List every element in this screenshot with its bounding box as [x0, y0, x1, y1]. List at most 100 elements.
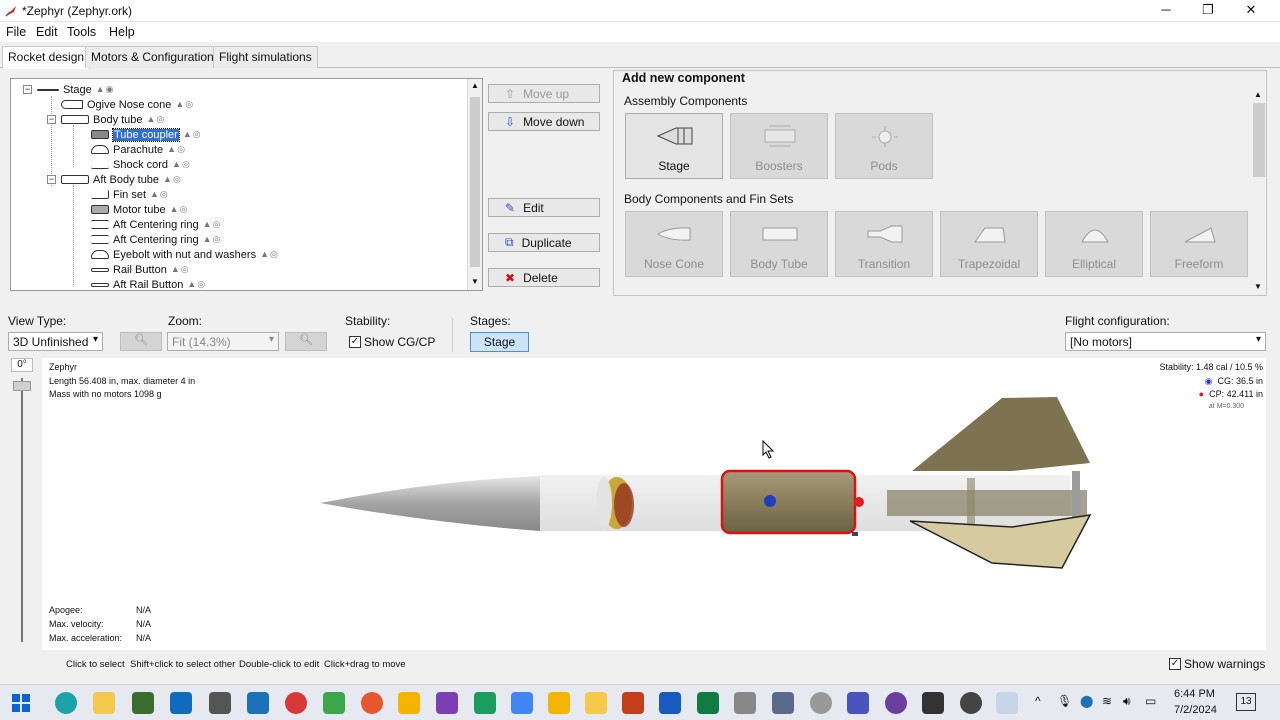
tree-scroll-thumb[interactable]	[470, 97, 480, 267]
app-icon-dark[interactable]	[960, 692, 982, 714]
app-icon-x5[interactable]	[922, 692, 944, 714]
add-nose-cone-button[interactable]: Nose Cone	[625, 211, 723, 277]
add-panel-scrollbar[interactable]: ▲ ▼	[1251, 89, 1266, 295]
stage-toggle-button[interactable]: Stage	[470, 332, 529, 352]
tree-item-eyebolt[interactable]: Eyebolt with nut and washers ▲◎	[91, 247, 279, 262]
sketchup-icon[interactable]	[247, 692, 269, 714]
maximize-button[interactable]: ❐	[1186, 0, 1230, 22]
zoom-in-button[interactable]: 🔍︎	[285, 332, 327, 351]
tree-collapse-body-tube[interactable]: −	[47, 115, 56, 124]
app-tray-icon[interactable]: ⬤	[1080, 694, 1093, 708]
show-cgcp-checkbox[interactable]: ✓	[349, 336, 361, 348]
add-body-tube-button[interactable]: Body Tube	[730, 211, 828, 277]
move-up-button[interactable]: ⇧ Move up	[488, 84, 600, 103]
tree-item-tube-coupler[interactable]: Tube coupler ▲◎	[91, 127, 202, 142]
add-panel-scroll-thumb[interactable]	[1253, 103, 1265, 177]
rotation-slider-track[interactable]	[21, 378, 23, 642]
rotation-slider-thumb[interactable]	[13, 381, 31, 391]
word-icon[interactable]	[659, 692, 681, 714]
windows-start-icon[interactable]	[12, 694, 30, 712]
tree-scrollbar[interactable]: ▲ ▼	[467, 79, 482, 290]
save-app-icon[interactable]	[772, 692, 794, 714]
tree-item-nose-cone[interactable]: Ogive Nose cone ▲◎	[61, 97, 194, 112]
menu-edit[interactable]: Edit	[36, 25, 58, 39]
close-button[interactable]: ✕	[1229, 0, 1273, 22]
menu-help[interactable]: Help	[109, 25, 135, 39]
add-elliptical-fin-button[interactable]: Elliptical	[1045, 211, 1143, 277]
tab-motors-configuration[interactable]: Motors & Configuration	[85, 46, 220, 68]
add-stage-button[interactable]: Stage	[625, 113, 723, 179]
edit-button[interactable]: ✎ Edit	[488, 198, 600, 217]
openrocket-taskbar-icon[interactable]	[996, 692, 1018, 714]
clock-date[interactable]: 7/2/2024	[1174, 704, 1217, 716]
add-boosters-button[interactable]: Boosters	[730, 113, 828, 179]
scroll-up-icon[interactable]: ▲	[471, 81, 479, 90]
toolbar-divider	[452, 318, 453, 352]
app-icon-red[interactable]	[285, 692, 307, 714]
tree-item-shock-cord[interactable]: Shock cord ▲◎	[91, 157, 191, 172]
excel-icon[interactable]	[697, 692, 719, 714]
file-explorer-icon[interactable]	[93, 692, 115, 714]
calendar-icon[interactable]	[474, 692, 496, 714]
tray-chevron-up-icon[interactable]: ^	[1035, 694, 1041, 708]
add-transition-button[interactable]: Transition	[835, 211, 933, 277]
stability-info: Stability: 1.48 cal / 10.5 %	[1159, 362, 1263, 372]
flight-config-select[interactable]: [No motors] ▾	[1065, 332, 1266, 351]
scroll-up-icon[interactable]: ▲	[1254, 90, 1262, 99]
zoom-select[interactable]: Fit (14.3%) ▾	[167, 332, 279, 351]
notification-badge[interactable]: 13	[1236, 693, 1256, 711]
menu-tools[interactable]: Tools	[67, 25, 96, 39]
add-freeform-fin-button[interactable]: Freeform	[1150, 211, 1248, 277]
tree-item-aft-body-tube[interactable]: Aft Body tube ▲◎	[61, 172, 182, 187]
show-warnings-checkbox[interactable]: ✓	[1169, 658, 1181, 670]
battery-icon[interactable]: ▭	[1145, 694, 1156, 708]
notes-icon[interactable]	[585, 692, 607, 714]
tree-collapse-stage[interactable]: −	[23, 85, 32, 94]
app-icon-gray[interactable]	[734, 692, 756, 714]
scroll-down-icon[interactable]: ▼	[1254, 282, 1262, 291]
tree-item-aft-rail-button[interactable]: Aft Rail Button ▲◎	[91, 277, 206, 290]
add-pods-button[interactable]: Pods	[835, 113, 933, 179]
add-trapezoidal-fin-button[interactable]: Trapezoidal	[940, 211, 1038, 277]
tree-collapse-aft-body-tube[interactable]: −	[47, 175, 56, 184]
app-icon-green[interactable]	[323, 692, 345, 714]
app-icon-orange[interactable]	[361, 692, 383, 714]
coupler-front-edge	[596, 477, 612, 529]
minimize-button[interactable]: ─	[1144, 0, 1188, 22]
menu-file[interactable]: File	[6, 25, 26, 39]
app-icon-purple[interactable]	[436, 692, 458, 714]
dvu-app-icon[interactable]	[132, 692, 154, 714]
tree-item-parachute[interactable]: Parachute ▲◎	[91, 142, 186, 157]
clock-time[interactable]: 6:44 PM	[1174, 688, 1215, 700]
volume-icon[interactable]: 🔊︎	[1123, 694, 1131, 709]
teams-icon[interactable]	[847, 692, 869, 714]
outlook-icon[interactable]	[170, 692, 192, 714]
store-icon[interactable]	[209, 692, 231, 714]
tree-item-aft-centering-ring-2[interactable]: Aft Centering ring ▲◎	[91, 232, 221, 247]
app-icon-cloud[interactable]	[810, 692, 832, 714]
tree-item-fin-set[interactable]: Fin set ▲◎	[91, 187, 169, 202]
wifi-icon[interactable]: ≋	[1102, 694, 1112, 708]
tree-item-rail-button[interactable]: Rail Button ▲◎	[91, 262, 190, 277]
google-drive-icon[interactable]	[398, 692, 420, 714]
tree-item-motor-tube[interactable]: Motor tube ▲◎	[91, 202, 188, 217]
google-slides-icon[interactable]	[548, 692, 570, 714]
google-docs-icon[interactable]	[511, 692, 533, 714]
tree-item-aft-centering-ring-1[interactable]: Aft Centering ring ▲◎	[91, 217, 221, 232]
tree-item-stage[interactable]: Stage ▲◉	[37, 82, 115, 97]
move-down-button[interactable]: ⇩ Move down	[488, 112, 600, 131]
edge-icon[interactable]	[55, 692, 77, 714]
zoom-out-button[interactable]: 🔍︎	[120, 332, 162, 351]
delete-button[interactable]: ✖ Delete	[488, 268, 600, 287]
rocket-3d-view[interactable]: Zephyr Length 56.408 in, max. diameter 4…	[42, 358, 1266, 650]
app-icon-violet[interactable]	[885, 692, 907, 714]
tab-flight-simulations[interactable]: Flight simulations	[213, 46, 318, 68]
tree-item-body-tube[interactable]: Body tube ▲◎	[61, 112, 165, 127]
component-tree[interactable]: − − − Stage ▲◉ Ogive Nose cone ▲◎ Body t…	[10, 78, 483, 291]
tab-rocket-design[interactable]: Rocket design	[2, 46, 91, 69]
powerpoint-icon[interactable]	[622, 692, 644, 714]
view-type-select[interactable]: 3D Unfinished ▾	[8, 332, 103, 351]
duplicate-button[interactable]: ⧉ Duplicate	[488, 233, 600, 252]
mic-icon[interactable]: 🎙︎	[1057, 694, 1072, 708]
scroll-down-icon[interactable]: ▼	[471, 277, 479, 286]
